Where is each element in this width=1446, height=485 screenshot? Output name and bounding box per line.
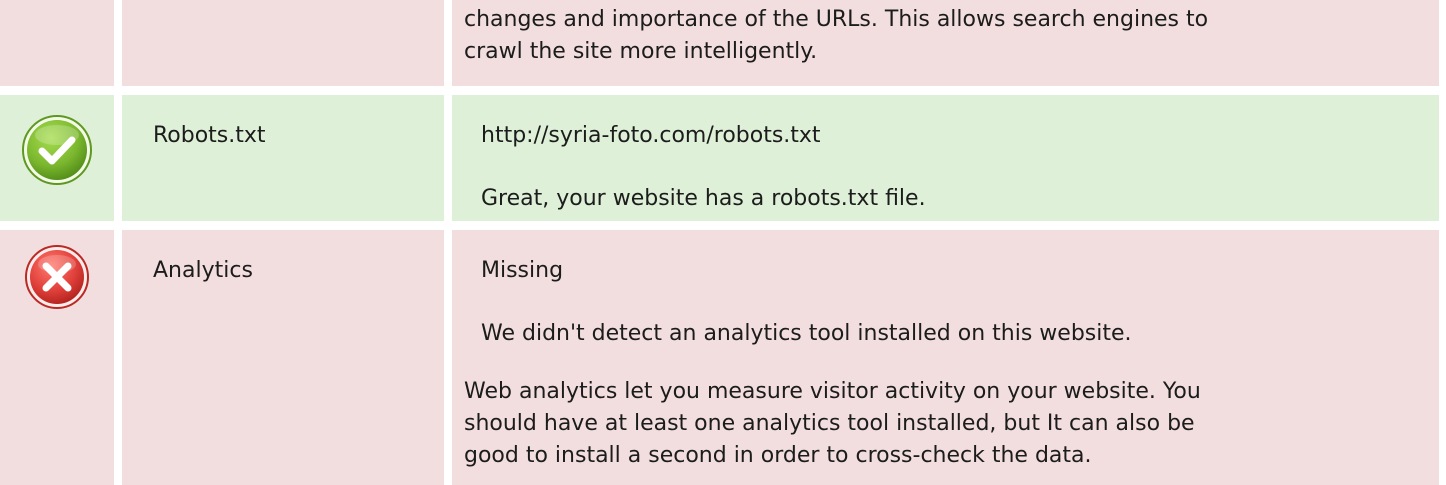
- check-name: Analytics: [153, 258, 253, 283]
- seo-report-table: changes and importance of the URLs. This…: [0, 0, 1446, 485]
- check-description: changes and importance of the URLs. This…: [464, 7, 1209, 64]
- check-name-cell: [122, 0, 444, 86]
- report-row-robots: Robots.txt http://syria-foto.com/robots.…: [0, 95, 1446, 221]
- status-cell: [0, 95, 114, 221]
- check-name-cell: Analytics: [122, 230, 444, 485]
- check-message: Great, your website has a robots.txt fil…: [481, 186, 926, 211]
- status-cell: [0, 230, 114, 485]
- report-row-analytics: Analytics Missing We didn't detect an an…: [0, 230, 1446, 485]
- check-icon: [22, 115, 92, 185]
- result-cell: changes and importance of the URLs. This…: [452, 0, 1439, 86]
- analytics-status: Missing: [481, 258, 564, 283]
- cross-icon: [25, 245, 89, 309]
- result-cell: Missing We didn't detect an analytics to…: [452, 230, 1439, 485]
- robots-url: http://syria-foto.com/robots.txt: [481, 123, 821, 148]
- check-name: Robots.txt: [153, 123, 266, 148]
- check-description: Web analytics let you measure visitor ac…: [464, 379, 1201, 468]
- check-name-cell: Robots.txt: [122, 95, 444, 221]
- result-cell: http://syria-foto.com/robots.txt Great, …: [452, 95, 1439, 221]
- status-cell: [0, 0, 114, 86]
- report-row-sitemap: changes and importance of the URLs. This…: [0, 0, 1446, 86]
- check-message: We didn't detect an analytics tool insta…: [481, 321, 1132, 346]
